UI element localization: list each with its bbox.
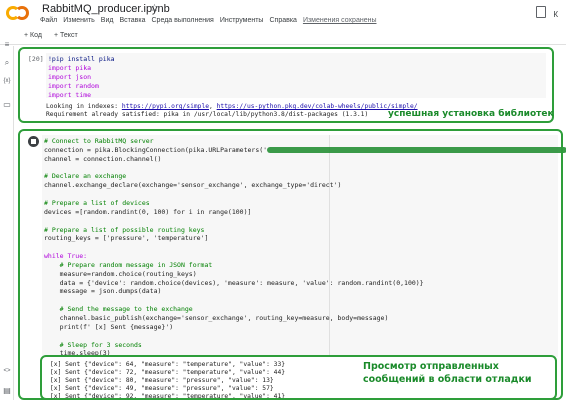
star-icon[interactable]: ☆ <box>150 3 159 14</box>
search-icon[interactable]: ⌕ <box>2 58 12 68</box>
add-text-button[interactable]: + Текст <box>54 32 78 39</box>
variables-icon[interactable]: {x} <box>2 78 12 84</box>
annotation-debug-label: Просмотр отправленных сообщений в област… <box>363 360 553 386</box>
annotation-install-label: успешная установка библиотек <box>388 109 554 119</box>
files-icon[interactable]: ▭ <box>2 100 12 109</box>
annotation-debug-line1: Просмотр отправленных <box>363 361 499 372</box>
add-code-button[interactable]: + Код <box>24 32 42 39</box>
menu-icon[interactable]: ≡ <box>2 40 12 49</box>
saved-status[interactable]: Изменения сохранены <box>303 17 377 24</box>
comments-icon[interactable] <box>536 6 546 18</box>
app-header: RabbitMQ_producer.ipynb ☆ Файл Изменить … <box>0 0 566 31</box>
code-icon[interactable]: <> <box>2 368 12 374</box>
notebook-toolbar: + Код + Текст <box>0 31 566 45</box>
menu-runtime[interactable]: Среда выполнения <box>152 17 214 24</box>
menu-edit[interactable]: Изменить <box>63 17 95 24</box>
menu-file[interactable]: Файл <box>40 17 57 24</box>
annotation-debug-line2: сообщений в области отладки <box>363 374 532 385</box>
colab-logo-icon[interactable] <box>6 6 30 20</box>
menu-insert[interactable]: Вставка <box>119 17 145 24</box>
account-label[interactable]: К <box>553 10 558 19</box>
terminal-icon[interactable]: ▤ <box>2 386 12 395</box>
left-rail: ≡ ⌕ {x} ▭ <> ▤ <box>0 40 14 400</box>
menu-view[interactable]: Вид <box>101 17 114 24</box>
menu-tools[interactable]: Инструменты <box>220 17 264 24</box>
menu-help[interactable]: Справка <box>269 17 296 24</box>
menu-bar: Файл Изменить Вид Вставка Среда выполнен… <box>40 17 377 24</box>
